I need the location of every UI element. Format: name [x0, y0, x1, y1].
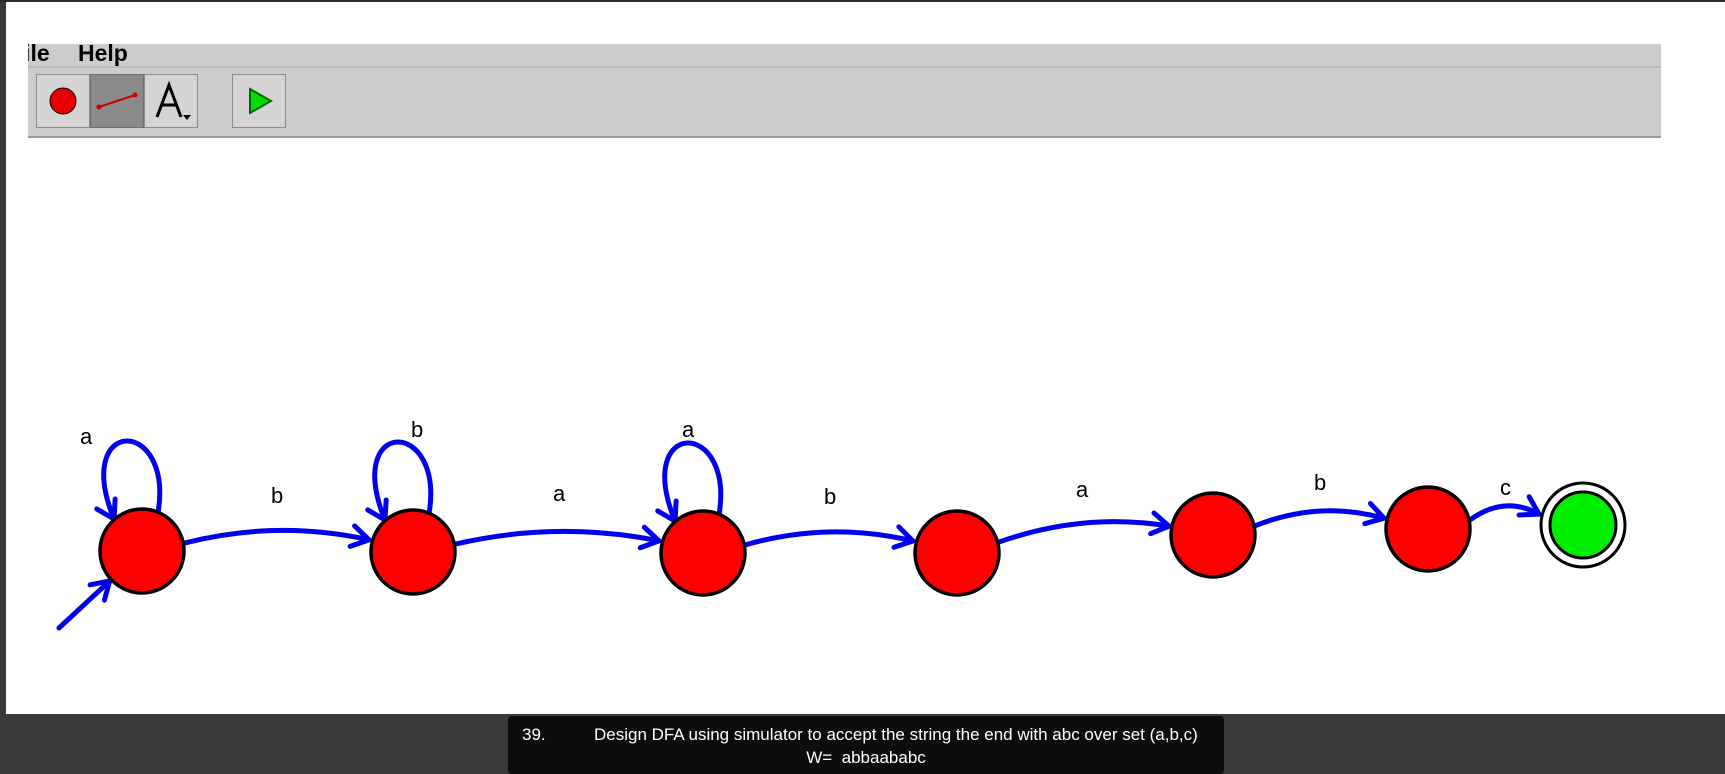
- label-q2-q3: b: [824, 484, 836, 509]
- transition-labels-layer: a b b a a b a b c: [80, 417, 1511, 509]
- state-q6-final[interactable]: [1548, 490, 1618, 560]
- label-q0-q1: b: [271, 483, 283, 508]
- caption-text: Design DFA using simulator to accept the…: [594, 725, 1198, 744]
- label-q4-q5: b: [1314, 470, 1326, 495]
- label-q1-q2: a: [553, 481, 566, 506]
- label-q3-q4: a: [1076, 477, 1089, 502]
- initial-arrow: [56, 578, 113, 631]
- transition-q3-q4: [996, 519, 1172, 545]
- label-q1-q1: b: [411, 417, 423, 442]
- transition-q2-q2: [662, 440, 724, 524]
- caption-bar: 39. Design DFA using simulator to accept…: [508, 716, 1224, 774]
- caption-number: 39.: [522, 725, 546, 744]
- transition-q1-q2: [452, 528, 662, 547]
- label-q5-q6: c: [1500, 475, 1511, 500]
- state-q3[interactable]: [913, 509, 1001, 597]
- caption-input-string: W= abbaababc: [806, 748, 926, 767]
- automaton-canvas[interactable]: a b b a a b a b c: [0, 0, 1725, 774]
- transition-q1-q1: [372, 439, 434, 523]
- states-layer: [98, 481, 1627, 597]
- state-q2[interactable]: [659, 509, 747, 597]
- label-q2-q2: a: [682, 417, 695, 442]
- transition-q2-q3: [742, 529, 916, 548]
- label-q0-q0: a: [80, 424, 93, 449]
- state-q5[interactable]: [1384, 485, 1472, 573]
- state-q1[interactable]: [369, 508, 457, 596]
- state-q0[interactable]: [98, 507, 186, 595]
- transition-q0-q0: [101, 438, 163, 522]
- state-q4[interactable]: [1169, 491, 1257, 579]
- transition-q0-q1: [181, 527, 372, 546]
